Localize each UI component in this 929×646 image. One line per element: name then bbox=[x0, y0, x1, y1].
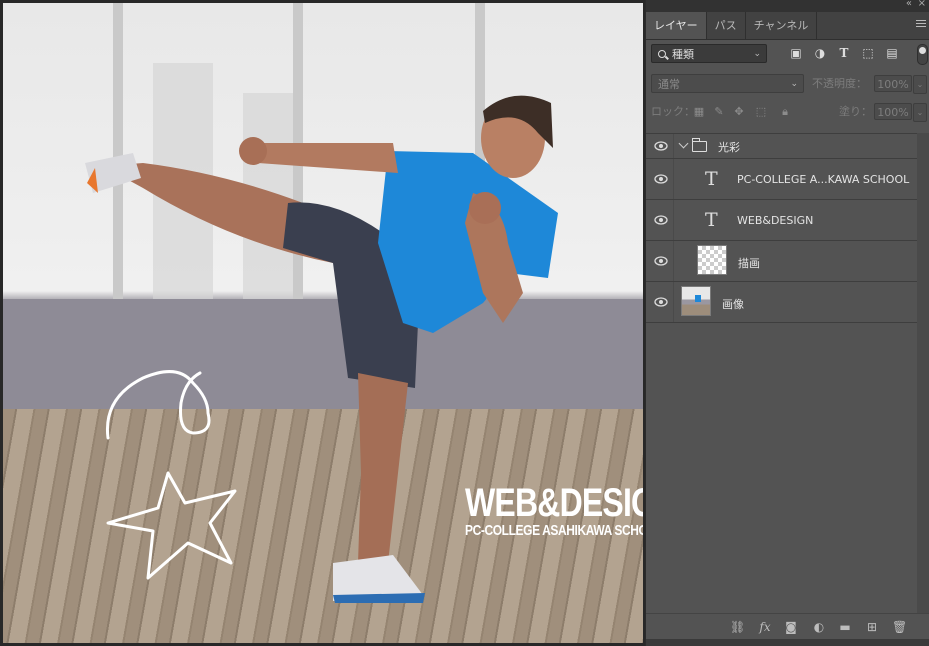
type-filter-icon[interactable]: T bbox=[837, 46, 851, 60]
search-icon bbox=[658, 50, 666, 58]
eye-icon[interactable] bbox=[654, 256, 668, 266]
layer-row-text[interactable]: T WEB&DESIGN bbox=[646, 199, 917, 240]
shirt bbox=[378, 151, 558, 333]
eye-icon[interactable] bbox=[654, 174, 668, 184]
collapse-panel-icon[interactable]: « bbox=[906, 0, 912, 9]
overlay-text: WEB&DESIGN PC-COLLEGE ASAHIKAWA SCHOOL bbox=[465, 481, 643, 539]
type-layer-icon: T bbox=[705, 168, 718, 190]
layer-name: PC-COLLEGE A...KAWA SCHOOL bbox=[737, 173, 910, 186]
folder-icon bbox=[692, 138, 707, 152]
panel-top-strip: « × bbox=[646, 0, 929, 12]
new-group-icon[interactable]: ▬ bbox=[838, 620, 852, 634]
layer-name: 画像 bbox=[722, 298, 744, 311]
eye-icon[interactable] bbox=[654, 141, 668, 151]
close-panel-icon[interactable]: × bbox=[918, 0, 926, 9]
blend-mode-select[interactable]: 通常 ⌄ bbox=[651, 74, 804, 93]
layers-scrollbar[interactable] bbox=[917, 133, 929, 613]
lock-label: ロック： bbox=[651, 105, 695, 118]
shape-filter-icon[interactable]: ⬚ bbox=[861, 46, 875, 60]
overlay-title-text: WEB&DESIGN bbox=[465, 481, 643, 525]
fill-label: 塗り： bbox=[839, 105, 872, 118]
chevron-down-icon: ⌄ bbox=[753, 49, 761, 59]
filter-row: 種類 ⌄ ▣ ◑ T ⬚ ▤ bbox=[646, 40, 929, 70]
standing-leg bbox=[358, 373, 408, 563]
document-canvas[interactable]: WEB&DESIGN PC-COLLEGE ASAHIKAWA SCHOOL bbox=[0, 0, 645, 646]
layer-row-image[interactable]: 画像 bbox=[646, 281, 917, 323]
lock-row: ロック： ▦ ✎ ✥ ⬚ 🔒︎ 塗り： 100% ⌄ bbox=[646, 98, 929, 126]
photo-image: WEB&DESIGN PC-COLLEGE ASAHIKAWA SCHOOL bbox=[3, 3, 643, 643]
eye-icon[interactable] bbox=[654, 297, 668, 307]
overlay-subtitle-text: PC-COLLEGE ASAHIKAWA SCHOOL bbox=[465, 522, 643, 539]
lock-transparent-icon[interactable]: ▦ bbox=[693, 106, 705, 118]
tab-paths[interactable]: パス bbox=[707, 12, 746, 39]
link-icon[interactable]: ⛓︎ bbox=[730, 620, 745, 634]
new-layer-icon[interactable]: ⊞ bbox=[865, 620, 879, 634]
layers-bottom-toolbar: ⛓︎ fx ◙ ◐ ▬ ⊞ 🗑︎ bbox=[646, 613, 929, 640]
doodle-scribble bbox=[105, 370, 211, 440]
layer-row-group[interactable]: 光彩 bbox=[646, 133, 917, 158]
layer-name: 描画 bbox=[738, 257, 760, 270]
lock-position-icon[interactable]: ✥ bbox=[733, 106, 745, 118]
image-filter-icon[interactable]: ▣ bbox=[789, 46, 803, 60]
blend-row: 通常 ⌄ 不透明度： 100% ⌄ bbox=[646, 70, 929, 98]
filter-kind-label: 種類 bbox=[672, 48, 694, 61]
layer-name: 光彩 bbox=[718, 141, 740, 154]
layer-row-text[interactable]: T PC-COLLEGE A...KAWA SCHOOL bbox=[646, 158, 917, 199]
layer-row-pixel[interactable]: 描画 bbox=[646, 240, 917, 281]
layers-panel: « × レイヤー パス チャンネル 種類 ⌄ ▣ ◑ T ⬚ ▤ 通常 ⌄ 不透… bbox=[645, 0, 929, 646]
panel-menu-icon[interactable] bbox=[916, 20, 926, 29]
trash-icon[interactable]: 🗑︎ bbox=[892, 620, 907, 634]
lock-all-icon[interactable]: 🔒︎ bbox=[779, 106, 791, 118]
opacity-label: 不透明度： bbox=[812, 77, 867, 90]
filter-toggle[interactable] bbox=[917, 44, 928, 65]
blend-mode-label: 通常 bbox=[658, 78, 680, 91]
layer-thumbnail bbox=[681, 286, 711, 316]
tab-layers[interactable]: レイヤー bbox=[646, 12, 707, 39]
panel-tab-bar: レイヤー パス チャンネル bbox=[646, 12, 929, 40]
fx-icon[interactable]: fx bbox=[758, 620, 772, 634]
layer-name: WEB&DESIGN bbox=[737, 214, 814, 227]
smart-object-filter-icon[interactable]: ▤ bbox=[885, 46, 899, 60]
mask-icon[interactable]: ◙ bbox=[784, 620, 798, 634]
panel-bottom-strip bbox=[646, 639, 929, 646]
lock-paint-icon[interactable]: ✎ bbox=[713, 106, 725, 118]
chevron-down-icon: ⌄ bbox=[790, 79, 798, 89]
adjustment-icon[interactable]: ◐ bbox=[812, 620, 826, 634]
fist bbox=[239, 137, 267, 165]
group-expand-icon[interactable] bbox=[678, 138, 689, 149]
eye-icon[interactable] bbox=[654, 215, 668, 225]
doodle-star bbox=[106, 471, 237, 580]
lock-artboard-icon[interactable]: ⬚ bbox=[755, 106, 767, 118]
fill-input[interactable]: 100% bbox=[874, 103, 912, 120]
layer-thumbnail bbox=[697, 245, 727, 275]
opacity-input[interactable]: 100% bbox=[874, 75, 912, 92]
fill-dropdown-icon[interactable]: ⌄ bbox=[913, 103, 927, 122]
opacity-dropdown-icon[interactable]: ⌄ bbox=[913, 75, 927, 94]
figure-drawing bbox=[85, 95, 558, 603]
layers-list: 光彩 T PC-COLLEGE A...KAWA SCHOOL T WEB&DE… bbox=[646, 133, 917, 323]
adjustment-filter-icon[interactable]: ◑ bbox=[813, 46, 827, 60]
filter-kind-select[interactable]: 種類 ⌄ bbox=[651, 44, 767, 63]
type-layer-icon: T bbox=[705, 209, 718, 231]
guard-fist bbox=[469, 192, 501, 224]
tab-channels[interactable]: チャンネル bbox=[746, 12, 818, 39]
